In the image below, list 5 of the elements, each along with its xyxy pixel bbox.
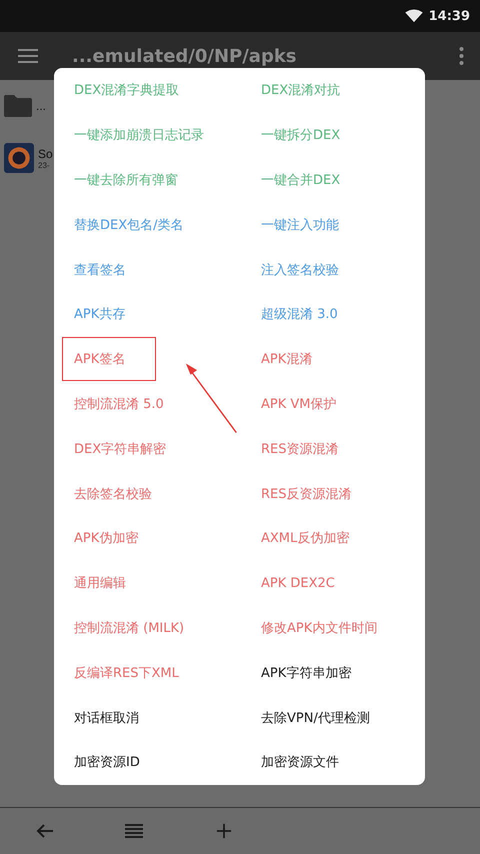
file-detail: 23-	[38, 160, 51, 170]
path-title: ...emulated/0/NP/apks	[72, 46, 298, 66]
file-name: So	[38, 146, 53, 160]
clock-time: 14:39	[428, 8, 470, 24]
file-name: ...	[36, 99, 46, 113]
